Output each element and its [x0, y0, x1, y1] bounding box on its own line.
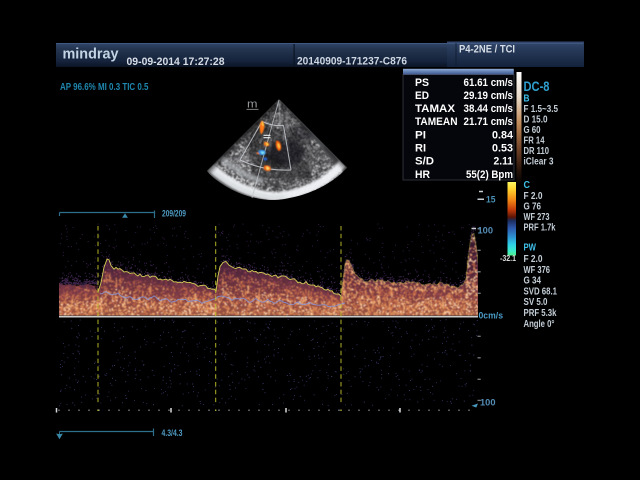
svg-text:55(2) Bpm: 55(2) Bpm [466, 169, 513, 181]
svg-text:29.19 cm/s: 29.19 cm/s [464, 90, 514, 102]
svg-text:TAMEAN: TAMEAN [415, 116, 458, 128]
svg-text:Angle 0°: Angle 0° [524, 318, 555, 330]
svg-text:09-09-2014 17:27:28: 09-09-2014 17:27:28 [127, 56, 225, 68]
svg-text:21.71 cm/s: 21.71 cm/s [464, 116, 514, 128]
svg-text:PI: PI [415, 129, 426, 141]
svg-text:100: 100 [480, 398, 496, 409]
svg-text:0.84: 0.84 [492, 129, 514, 141]
svg-text:0.53: 0.53 [492, 143, 513, 155]
svg-text:2.11: 2.11 [494, 156, 514, 168]
svg-text:20140909-171237-C876: 20140909-171237-C876 [297, 56, 407, 68]
svg-text:PW: PW [524, 242, 537, 254]
svg-text:15: 15 [486, 195, 496, 206]
svg-text:iClear 3: iClear 3 [524, 156, 554, 168]
svg-text:38.44 cm/s: 38.44 cm/s [464, 103, 514, 115]
svg-text:0cm/s: 0cm/s [479, 310, 504, 321]
svg-text:HR: HR [415, 169, 430, 181]
svg-text:ED: ED [415, 90, 429, 102]
svg-text:mindray: mindray [63, 47, 119, 63]
svg-text:100: 100 [478, 226, 494, 237]
svg-text:S/D: S/D [415, 156, 434, 168]
svg-text:TAMAX: TAMAX [415, 103, 456, 115]
svg-text:-32.1: -32.1 [500, 254, 516, 263]
svg-text:4.3/4.3: 4.3/4.3 [162, 428, 183, 439]
svg-text:AP 96.6% MI 0.3 TIC 0.5: AP 96.6% MI 0.3 TIC 0.5 [60, 81, 149, 93]
svg-text:PS: PS [415, 77, 429, 89]
svg-text:m: m [247, 99, 258, 111]
svg-text:209/209: 209/209 [162, 209, 186, 220]
svg-text:61.61 cm/s: 61.61 cm/s [464, 77, 514, 89]
svg-text:RI: RI [415, 143, 426, 155]
svg-text:P4-2NE / TCI: P4-2NE / TCI [459, 44, 515, 56]
svg-text:PRF 1.7k: PRF 1.7k [524, 222, 556, 234]
